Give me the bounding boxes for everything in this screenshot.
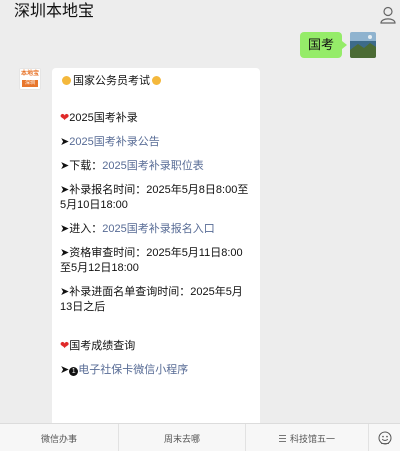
menu-icon bbox=[278, 434, 286, 442]
enter-label: 进入： bbox=[69, 223, 103, 235]
arrow-icon: ➤ bbox=[60, 160, 70, 172]
section1-title: ❤2025国考补录 bbox=[60, 112, 138, 124]
arrow-icon: ➤ bbox=[60, 247, 70, 259]
mini-program-row: ➤ 1 电子社保卡微信小程序 bbox=[60, 363, 252, 378]
arrow-icon: ➤ bbox=[60, 136, 70, 148]
mini-program-link[interactable]: 电子社保卡微信小程序 bbox=[78, 364, 188, 376]
smile-icon bbox=[378, 431, 391, 445]
arrow-icon: ➤ bbox=[60, 223, 70, 235]
entry-row: ➤进入：2025国考补录报名入口 bbox=[60, 222, 252, 237]
bot-avatar[interactable]: 本地宝 深圳 bbox=[19, 68, 41, 90]
chat-title: 深圳本地宝 bbox=[14, 3, 95, 20]
chat-header: 深圳本地宝 bbox=[0, 0, 400, 30]
message-heading: 国家公务员考试 bbox=[60, 74, 252, 89]
arrow-icon: ➤ bbox=[60, 286, 70, 298]
review-time: ➤资格审查时间：2025年5月11日8:00至5月12日18:00 bbox=[60, 247, 243, 274]
bot-logo-top: 本地宝 bbox=[20, 69, 40, 80]
heart-icon: ❤ bbox=[60, 340, 70, 352]
emoji-keyboard-toggle[interactable] bbox=[369, 424, 400, 451]
dot-icon bbox=[62, 76, 71, 85]
dot-icon bbox=[152, 76, 161, 85]
user-avatar[interactable] bbox=[350, 32, 376, 58]
incoming-bubble: 国家公务员考试 ❤2025国考补录 ➤2025国考补录公告 ➤下载：2025国考… bbox=[52, 68, 260, 428]
menu-tab-weekend[interactable]: 周末去哪 bbox=[119, 424, 246, 451]
number-one-icon: 1 bbox=[69, 367, 79, 376]
notice-row: ➤2025国考补录公告 bbox=[60, 135, 252, 150]
interview-list-time: ➤补录进面名单查询时间：2025年5月13日之后 bbox=[60, 286, 243, 313]
section2-title: ❤国考成绩查询 bbox=[60, 340, 136, 352]
arrow-icon: ➤ bbox=[60, 184, 70, 196]
download-label: 下载： bbox=[69, 160, 103, 172]
person-icon[interactable] bbox=[380, 6, 396, 24]
outgoing-bubble[interactable]: 国考 bbox=[299, 32, 348, 58]
positions-link[interactable]: 2025国考补录职位表 bbox=[102, 160, 203, 172]
landscape-image bbox=[350, 32, 376, 58]
bot-logo-bottom: 深圳 bbox=[22, 80, 38, 87]
menu-tab-wechat-service[interactable]: 微信办事 bbox=[0, 424, 119, 451]
menu-tab-label: 科技馆五一 bbox=[289, 433, 335, 444]
notice-link[interactable]: 2025国考补录公告 bbox=[69, 136, 159, 148]
bottom-menu: 微信办事 周末去哪 科技馆五一 bbox=[0, 423, 400, 451]
entry-link[interactable]: 2025国考补录报名入口 bbox=[102, 223, 214, 235]
outgoing-message: 国考 bbox=[299, 32, 376, 58]
menu-tab-science-museum[interactable]: 科技馆五一 bbox=[246, 424, 369, 451]
registration-time: ➤补录报名时间：2025年5月8日8:00至5月10日18:00 bbox=[60, 184, 249, 211]
arrow-icon: ➤ bbox=[60, 364, 70, 376]
download-row: ➤下载：2025国考补录职位表 bbox=[60, 159, 252, 174]
heart-icon: ❤ bbox=[60, 112, 70, 124]
